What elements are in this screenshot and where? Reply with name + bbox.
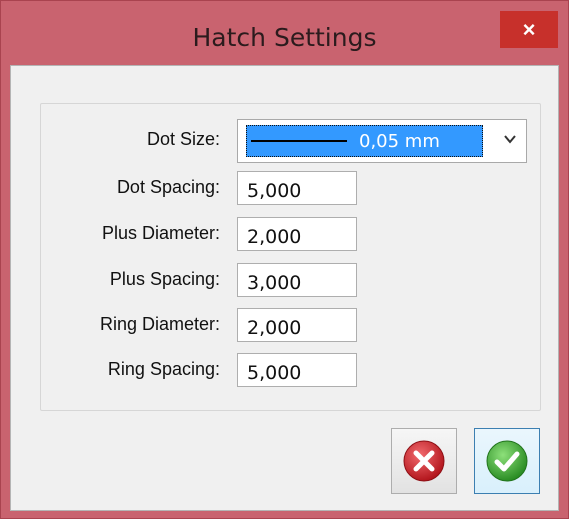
title-bar[interactable]: Hatch Settings × (1, 1, 568, 65)
cancel-button[interactable] (391, 428, 457, 494)
ring-spacing-input[interactable] (237, 353, 357, 387)
settings-group: Dot Size: 0,05 mm Dot Spacing: Plus Diam… (40, 103, 541, 411)
hatch-settings-window: Hatch Settings × Dot Size: 0,05 mm Dot S… (0, 0, 569, 519)
plus-diameter-input[interactable] (237, 217, 357, 251)
ring-diameter-row: Ring Diameter: (41, 308, 540, 342)
window-title: Hatch Settings (192, 23, 377, 52)
dialog-body: Dot Size: 0,05 mm Dot Spacing: Plus Diam… (10, 65, 559, 511)
dot-size-selected-item: 0,05 mm (246, 125, 483, 157)
plus-diameter-row: Plus Diameter: (41, 217, 540, 251)
dot-spacing-label: Dot Spacing: (116, 177, 220, 197)
close-icon: × (522, 16, 536, 42)
checkmark-icon (486, 440, 528, 482)
dot-size-select[interactable]: 0,05 mm (237, 119, 527, 163)
dot-size-label: Dot Size: (146, 129, 220, 149)
ring-spacing-row: Ring Spacing: (41, 353, 540, 387)
dot-size-row: Dot Size: 0,05 mm (41, 119, 540, 163)
plus-spacing-label: Plus Spacing: (109, 269, 220, 289)
plus-spacing-row: Plus Spacing: (41, 263, 540, 297)
cancel-icon (403, 440, 445, 482)
plus-spacing-input[interactable] (237, 263, 357, 297)
ok-button[interactable] (474, 428, 540, 494)
line-weight-preview (251, 140, 347, 142)
plus-diameter-label: Plus Diameter: (101, 223, 220, 243)
dot-size-value: 0,05 mm (359, 131, 440, 152)
dot-spacing-row: Dot Spacing: (41, 171, 540, 205)
ring-spacing-label: Ring Spacing: (107, 359, 220, 379)
chevron-down-icon (504, 135, 516, 144)
dot-spacing-input[interactable] (237, 171, 357, 205)
ring-diameter-label: Ring Diameter: (99, 314, 220, 334)
close-button[interactable]: × (500, 11, 558, 48)
ring-diameter-input[interactable] (237, 308, 357, 342)
